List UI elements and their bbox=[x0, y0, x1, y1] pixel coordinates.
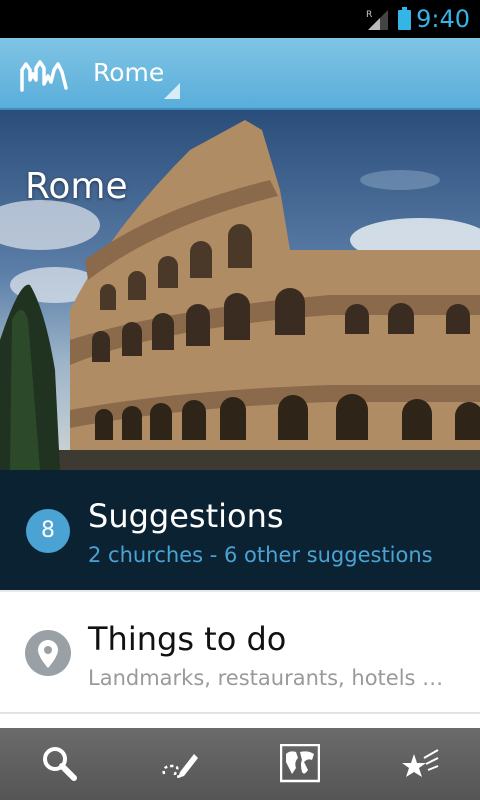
skyline-logo-icon[interactable] bbox=[20, 58, 68, 92]
favorites-stars-icon bbox=[402, 749, 439, 777]
edit-route-icon bbox=[162, 754, 198, 778]
suggestions-subtitle: 2 churches - 6 other suggestions bbox=[88, 543, 433, 567]
hero-image: Rome bbox=[0, 110, 480, 470]
things-to-do-row[interactable]: Things to do Landmarks, restaurants, hot… bbox=[0, 590, 480, 714]
action-bar-title[interactable]: Rome bbox=[93, 58, 164, 88]
roaming-indicator: R bbox=[366, 10, 372, 20]
battery-icon bbox=[398, 7, 411, 30]
status-bar: R 9:40 bbox=[0, 0, 480, 38]
bottom-toolbar bbox=[0, 728, 480, 800]
list-divider bbox=[0, 712, 480, 714]
things-to-do-subtitle: Landmarks, restaurants, hotels … bbox=[88, 666, 444, 690]
signal-icon: R bbox=[366, 10, 388, 30]
route-planner-button[interactable] bbox=[120, 728, 240, 800]
map-pin-icon bbox=[25, 630, 71, 676]
action-bar: Rome bbox=[0, 38, 480, 110]
favorites-button[interactable] bbox=[360, 728, 480, 800]
suggestions-title: Suggestions bbox=[88, 497, 284, 535]
suggestions-count-badge: 8 bbox=[26, 509, 70, 553]
world-map-icon bbox=[280, 744, 320, 783]
suggestions-row[interactable]: 8 Suggestions 2 churches - 6 other sugge… bbox=[0, 470, 480, 590]
map-button[interactable] bbox=[240, 728, 360, 800]
clock: 9:40 bbox=[416, 5, 470, 33]
hero-city-name: Rome bbox=[25, 166, 128, 207]
search-icon bbox=[43, 747, 77, 781]
things-to-do-title: Things to do bbox=[88, 620, 287, 658]
search-button[interactable] bbox=[0, 728, 120, 800]
colosseum-photo bbox=[0, 120, 480, 470]
spinner-dropdown-icon[interactable] bbox=[164, 83, 180, 99]
